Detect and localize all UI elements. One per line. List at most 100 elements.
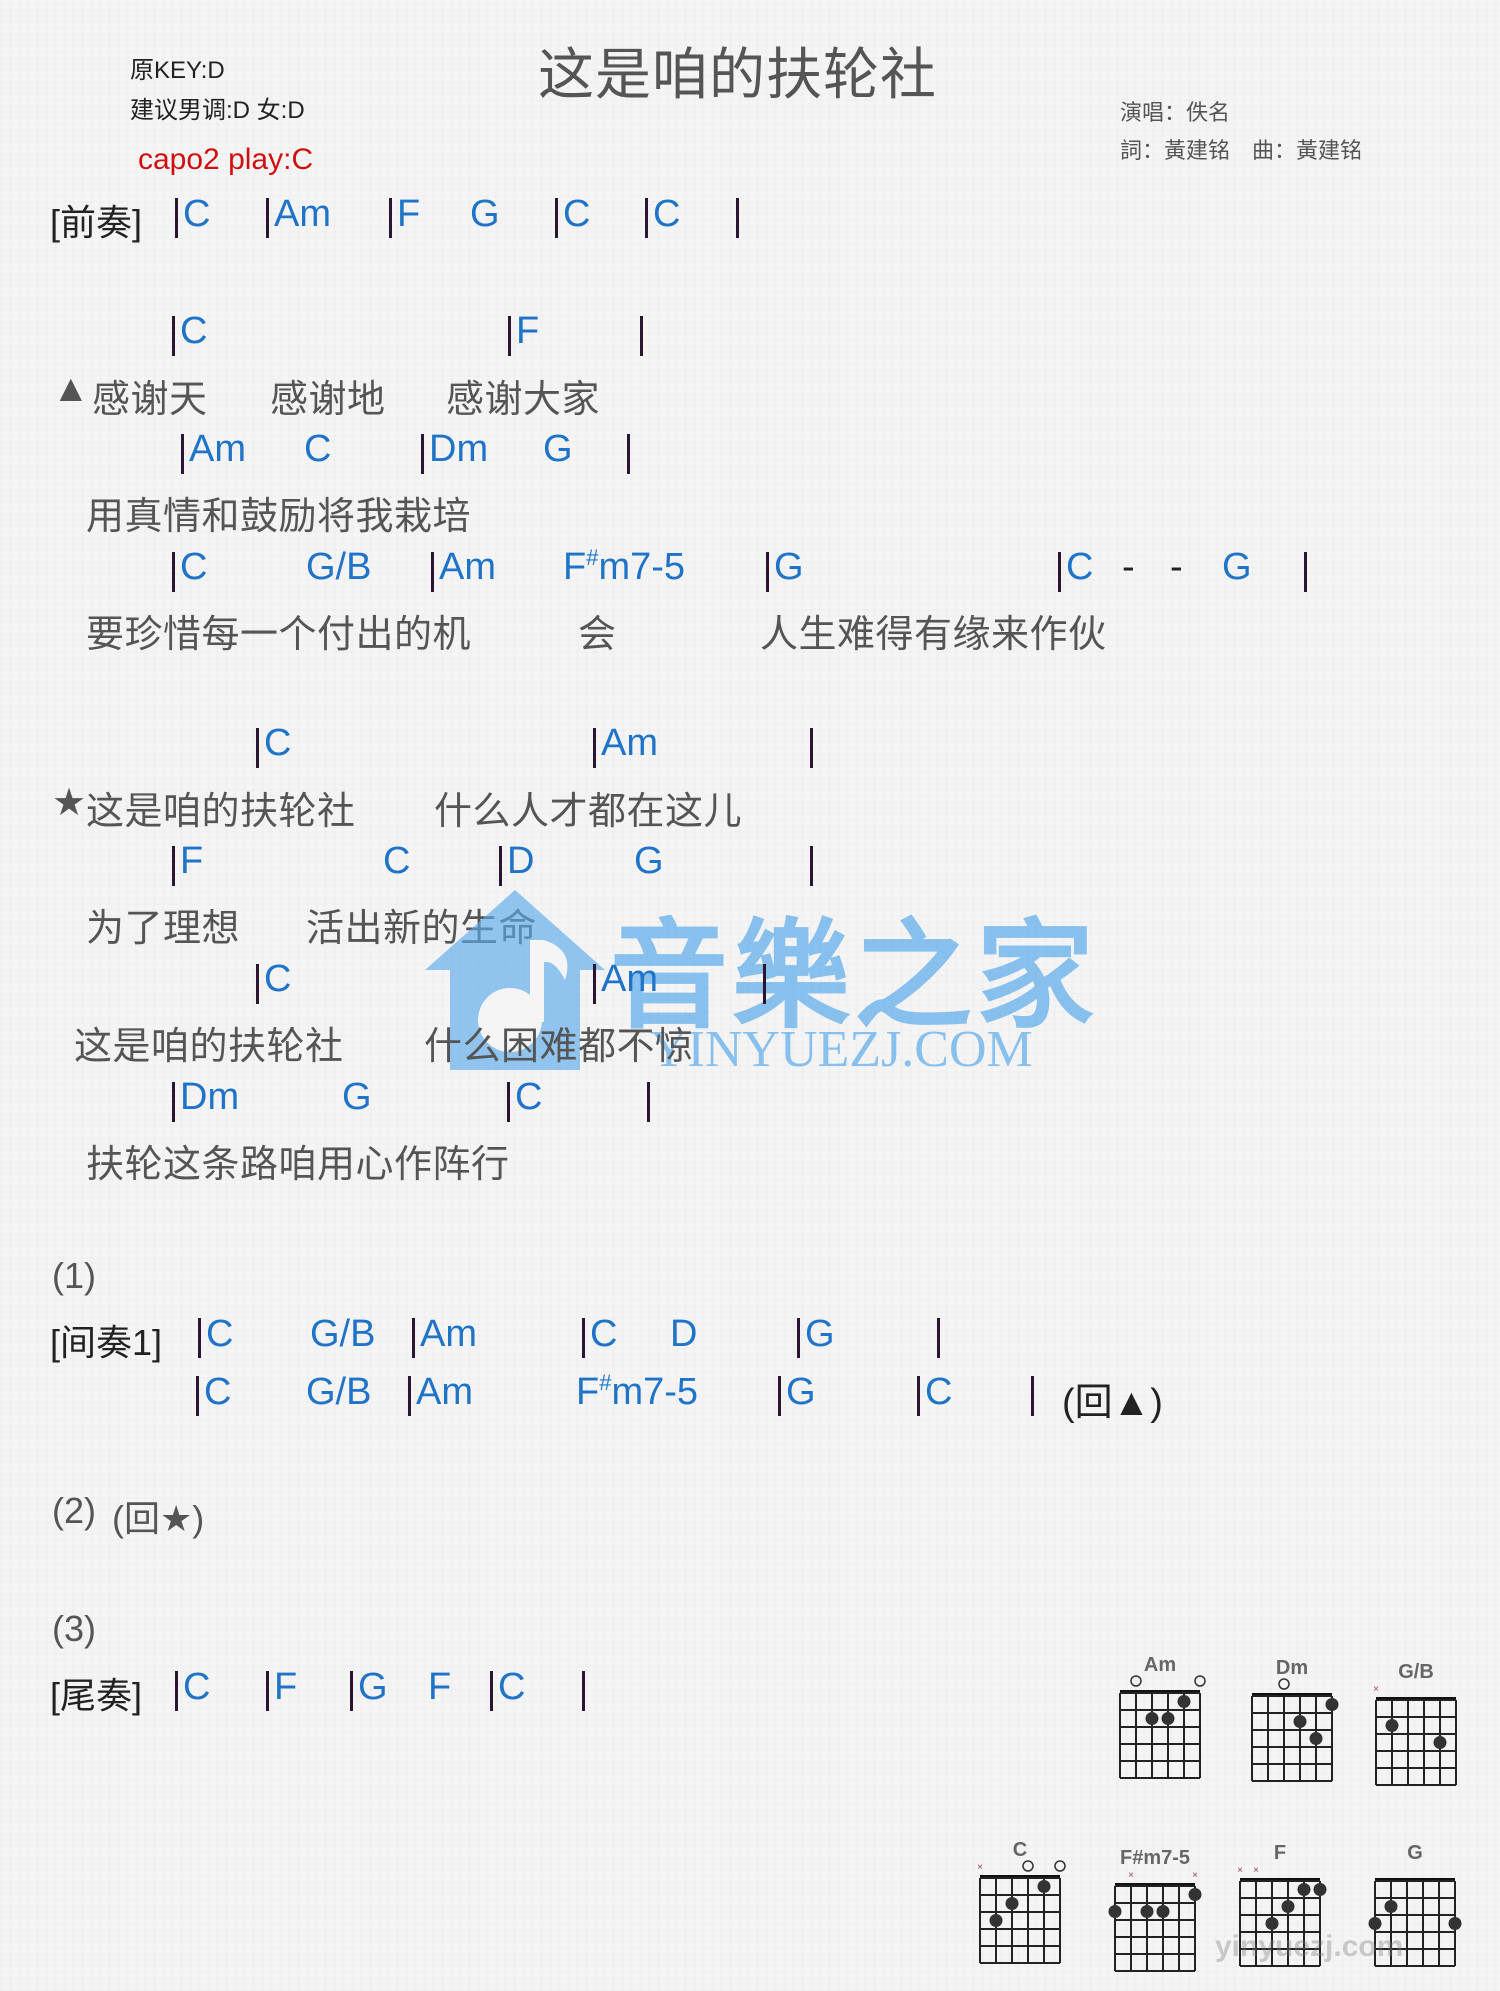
bar-line: [196, 1376, 199, 1416]
chord: C: [183, 193, 211, 235]
chord: F: [428, 1666, 452, 1708]
finger-dot: [1433, 1736, 1447, 1749]
bar-line: [736, 198, 739, 238]
chord: Am: [420, 1313, 477, 1355]
lyric-text: 感谢地: [270, 379, 386, 421]
chord-f-sharp-m7-5: F#m7-5: [563, 546, 685, 589]
finger-dot: [1140, 1905, 1154, 1918]
bar-line: [408, 1376, 411, 1416]
bar-line: [917, 1376, 920, 1416]
bar-line: [507, 1082, 510, 1122]
chord: G: [543, 428, 573, 470]
finger-dot: [1188, 1888, 1202, 1901]
bar-line: [582, 1318, 585, 1358]
chord: C: [204, 1371, 232, 1413]
finger-dot: [1313, 1883, 1327, 1896]
finger-dot: [1368, 1917, 1382, 1930]
section-number: (1): [52, 1255, 96, 1296]
lyric-text: 这是咱的扶轮社: [74, 1026, 344, 1068]
chord-diagram-name: C: [1013, 1840, 1027, 1861]
bar-line: [181, 434, 184, 474]
outro-label: [尾奏]: [50, 1675, 143, 1716]
bar-line: [1304, 552, 1307, 592]
bar-line: [555, 198, 558, 238]
interlude-label: [间奏1]: [50, 1322, 163, 1363]
sharp-sign: #: [586, 545, 599, 570]
finger-dot: [1448, 1917, 1462, 1930]
chord: C: [653, 193, 681, 235]
chord-root: F: [576, 1371, 600, 1413]
muted-string-marker: ×: [1253, 1865, 1259, 1876]
bar-line: [640, 316, 643, 356]
bar-line: [508, 316, 511, 356]
bar-line: [266, 1671, 269, 1711]
chord: C: [498, 1666, 526, 1708]
chord: Dm: [429, 428, 489, 470]
chord: G/B: [310, 1313, 376, 1355]
chord: G: [358, 1666, 388, 1708]
chord: Am: [274, 193, 331, 235]
muted-string-marker: ×: [1192, 1870, 1198, 1881]
bar-line: [593, 964, 596, 1004]
chord-diagram-am: Am: [1119, 1655, 1206, 1779]
bar-line: [490, 1671, 493, 1711]
chord-root: F: [563, 546, 587, 588]
chord-diagram-dm: Dm: [1251, 1658, 1339, 1782]
suggested-key: 建议男调:D 女:D: [130, 97, 305, 124]
chord-f-sharp-m7-5: F#m7-5: [576, 1371, 698, 1414]
finger-dot: [1281, 1900, 1295, 1913]
chord-diagram-g-b: G/B ×: [1373, 1662, 1457, 1786]
open-string-marker: [1054, 1860, 1066, 1872]
bar-line: [593, 728, 596, 768]
bar-line: [766, 552, 769, 592]
section-number: (2): [52, 1490, 96, 1531]
bar-line: [412, 1318, 415, 1358]
section-marker-triangle: ▲: [52, 368, 91, 410]
bar-line: [350, 1671, 353, 1711]
chord-diagram-name: Am: [1144, 1655, 1176, 1676]
muted-string-marker: ×: [977, 1862, 983, 1873]
finger-dot: [1156, 1905, 1170, 1918]
chord: C: [383, 840, 411, 882]
lyric-text: 要珍惜每一个付出的机: [86, 614, 472, 656]
bar-line: [198, 1318, 201, 1358]
bar-line: [778, 1376, 781, 1416]
chord-diagram-name: F: [1274, 1843, 1286, 1864]
chord: C: [304, 428, 332, 470]
bar-line: [627, 434, 630, 474]
bar-line: [172, 316, 175, 356]
hold-dash: -: [1122, 546, 1135, 588]
section-number: (3): [52, 1608, 96, 1649]
open-string-marker: [1022, 1860, 1034, 1872]
bar-line: [1058, 552, 1061, 592]
finger-dot: [1384, 1900, 1398, 1913]
chord-diagram-name: Dm: [1276, 1658, 1308, 1679]
chord-diagram-f-m7-5: F#m7-5× ×: [1108, 1848, 1202, 1972]
bar-line: [389, 198, 392, 238]
finger-dot: [1293, 1715, 1307, 1728]
chord: C: [264, 722, 292, 764]
return-to-verse: (回▲): [1062, 1382, 1163, 1424]
chord: C: [590, 1313, 618, 1355]
finger-dot: [1325, 1698, 1339, 1711]
lyric-text: 为了理想: [86, 908, 241, 950]
bar-line: [266, 198, 269, 238]
finger-dot: [1108, 1905, 1122, 1918]
open-string-marker: [1194, 1675, 1206, 1687]
bar-line: [582, 1671, 585, 1711]
watermark-domain-small: yinyuezj.com: [1215, 1930, 1404, 1963]
writer-credit: 詞：黃建铭 曲：黃建铭: [1120, 138, 1363, 163]
chord: Am: [601, 722, 658, 764]
finger-dot: [1177, 1695, 1191, 1708]
chord-diagram-name: G/B: [1398, 1662, 1434, 1683]
bar-line: [1031, 1376, 1034, 1416]
chord: G/B: [306, 1371, 372, 1413]
chord: C: [264, 958, 292, 1000]
chord: F: [397, 193, 421, 235]
finger-dot: [1297, 1883, 1311, 1896]
lyric-text: 用真情和鼓励将我栽培: [86, 496, 472, 538]
lyric-text: 这是咱的扶轮社: [86, 791, 356, 833]
lyric-text: 人生难得有缘来作伙: [760, 614, 1107, 656]
bar-line: [763, 964, 766, 1004]
finger-dot: [1145, 1712, 1159, 1725]
